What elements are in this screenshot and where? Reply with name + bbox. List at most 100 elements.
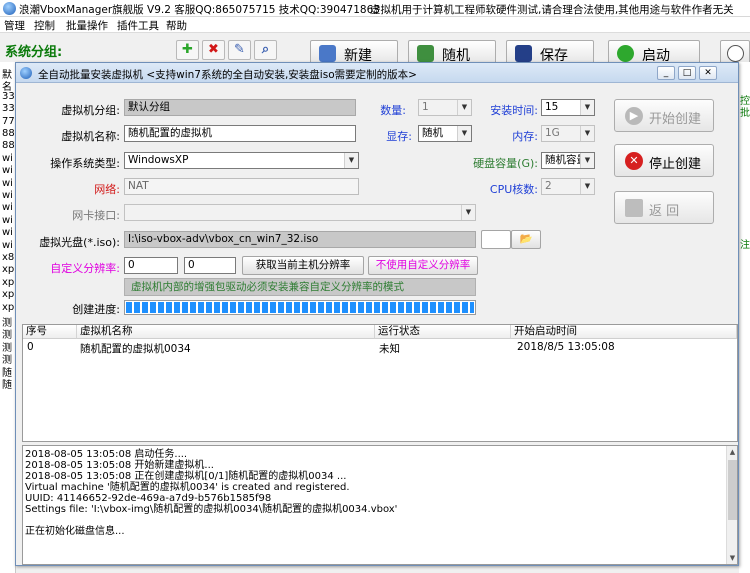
save-icon [515,45,532,62]
iso-label: 虚拟光盘(*.iso): [39,236,120,249]
dialog-title-bar: 全自动批量安装虚拟机 <支持win7系统的全自动安装,安装盘iso需要定制的版本… [16,63,738,83]
nic-select[interactable]: ▼ [124,204,476,221]
install-time-label: 安装时间: [490,104,538,117]
menu-manage[interactable]: 管理 [4,18,25,33]
menu-bar: 管理 控制 批量操作 插件工具 帮助 [0,17,750,33]
res-width-field[interactable]: 0 [124,257,178,274]
iso-blank-button[interactable] [481,230,511,249]
log-line: 2018-08-05 13:05:08 开始新建虚拟机... [25,460,214,471]
app-subtitle: 虚拟机用于计算机工程师软硬件测试,请合理合法使用,其他用途与软件作者无关 [370,4,734,16]
scroll-up-icon[interactable]: ▲ [727,446,737,458]
stop-create-button[interactable]: ✕ 停止创建 [614,144,714,177]
new-icon [319,45,336,62]
vm-group-label: 虚拟机分组: [61,104,120,117]
vm-list-item[interactable]: x8 [2,252,14,263]
col-status[interactable]: 运行状态 [375,325,511,339]
vm-list-item[interactable]: 88 [2,128,15,139]
menu-help[interactable]: 帮助 [166,18,187,33]
disk-select[interactable]: 随机容量 ▼ [541,152,595,169]
vm-name-field[interactable]: 随机配置的虚拟机 [124,125,356,142]
vm-list-item[interactable]: wi [2,178,13,189]
edit-group-button[interactable]: ✎ [228,40,251,60]
col-vm-name[interactable]: 虚拟机名称 [77,325,375,339]
vm-group-field[interactable]: 默认分组 [124,99,356,116]
vm-list-item[interactable]: 随 [2,376,12,391]
scroll-thumb[interactable] [728,460,737,520]
batch-install-dialog: 全自动批量安装虚拟机 <支持win7系统的全自动安装,安装盘iso需要定制的版本… [15,62,739,566]
menu-control[interactable]: 控制 [34,18,55,33]
stop-icon: ✕ [625,152,643,170]
delete-group-button[interactable]: ✖ [202,40,225,60]
count-select[interactable]: 1 ▼ [418,99,472,116]
cell-status: 未知 [379,343,400,355]
log-line: UUID: 41146652-92de-469a-a7d9-b576b1585f… [25,493,272,504]
vm-list-item[interactable]: wi [2,227,13,238]
chevron-down-icon: ▼ [580,179,594,194]
info-icon [727,45,744,62]
nic-label: 网卡接口: [72,209,120,222]
log-output[interactable]: 2018-08-05 13:05:08 启动任务.... 2018-08-05 … [22,445,738,565]
get-host-res-button[interactable]: 获取当前主机分辨率 [242,256,364,275]
play-icon [617,45,634,62]
chevron-down-icon: ▼ [580,153,594,168]
res-height-field[interactable]: 0 [184,257,236,274]
search-group-button[interactable]: ⌕ [254,40,277,60]
vm-list-item[interactable]: wi [2,240,13,251]
create-progress-bar [124,300,476,315]
vm-list-item[interactable]: wi [2,165,13,176]
close-button[interactable]: ✕ [699,66,717,80]
log-scrollbar[interactable]: ▲ ▼ [726,446,737,564]
vm-list-item[interactable]: 33 [2,103,15,114]
chevron-down-icon: ▼ [580,100,594,115]
vm-list-item[interactable]: wi [2,202,13,213]
maximize-button[interactable]: □ [678,66,696,80]
menu-batch[interactable]: 批量操作 [66,18,108,33]
minimize-button[interactable]: _ [657,66,675,80]
cpu-label: CPU核数: [489,183,538,196]
cell-start-time: 2018/8/5 13:05:08 [517,341,615,353]
door-icon [625,199,643,217]
app-title-bar: 浪潮VboxManager旗舰版 V9.2 客服QQ:865075715 技术Q… [0,0,750,17]
no-custom-res-button[interactable]: 不使用自定义分辨率 [368,256,478,275]
vram-select[interactable]: 随机 ▼ [418,125,472,142]
count-label: 数量: [380,104,406,117]
dialog-title: 全自动批量安装虚拟机 <支持win7系统的全自动安装,安装盘iso需要定制的版本… [38,69,417,81]
vm-list-item[interactable]: wi [2,215,13,226]
vm-list-item[interactable]: xp [2,289,14,300]
app-logo-icon [3,2,16,15]
os-type-select[interactable]: WindowsXP ▼ [124,152,359,169]
browse-iso-button[interactable]: 📂 [511,230,541,249]
vm-list-item[interactable]: wi [2,190,13,201]
log-line: 正在初始化磁盘信息... [25,526,125,537]
vm-list-item[interactable]: wi [2,153,13,164]
vm-table: 序号 虚拟机名称 运行状态 开始启动时间 0 随机配置的虚拟机0034 未知 2… [22,324,738,442]
memory-label: 内存: [512,130,538,143]
side-panel-item: 注 [740,240,750,251]
menu-plugins[interactable]: 插件工具 [117,18,159,33]
iso-path-field[interactable]: I:\iso-vbox-adv\vbox_cn_win7_32.iso [124,231,476,248]
memory-select[interactable]: 1G ▼ [541,125,595,142]
start-create-button[interactable]: ▶ 开始创建 [614,99,714,132]
vm-list-item[interactable]: xp [2,277,14,288]
cell-index: 0 [27,341,34,353]
install-time-select[interactable]: 15 ▼ [541,99,595,116]
scroll-down-icon[interactable]: ▼ [727,552,737,564]
network-field[interactable]: NAT [124,178,359,195]
col-start-time[interactable]: 开始启动时间 [511,325,737,339]
back-button[interactable]: 返 回 [614,191,714,224]
vm-list-item[interactable]: xp [2,264,14,275]
vm-list-item[interactable]: 77 [2,116,15,127]
vm-list-item[interactable]: 88 [2,140,15,151]
log-line: Settings file: 'I:\vbox-img\随机配置的虚拟机0034… [25,504,398,515]
progress-fill [126,302,474,313]
vram-label: 显存: [386,130,412,143]
dialog-logo-icon [20,67,32,79]
col-index[interactable]: 序号 [23,325,77,339]
cpu-select[interactable]: 2 ▼ [541,178,595,195]
log-line: Virtual machine '随机配置的虚拟机0034' is create… [25,482,350,493]
side-panel-item: 批 [740,108,750,119]
vm-list-item[interactable]: 33 [2,91,15,102]
chevron-down-icon: ▼ [580,126,594,141]
add-group-button[interactable]: ✚ [176,40,199,60]
vm-list-item[interactable]: xp [2,302,14,313]
